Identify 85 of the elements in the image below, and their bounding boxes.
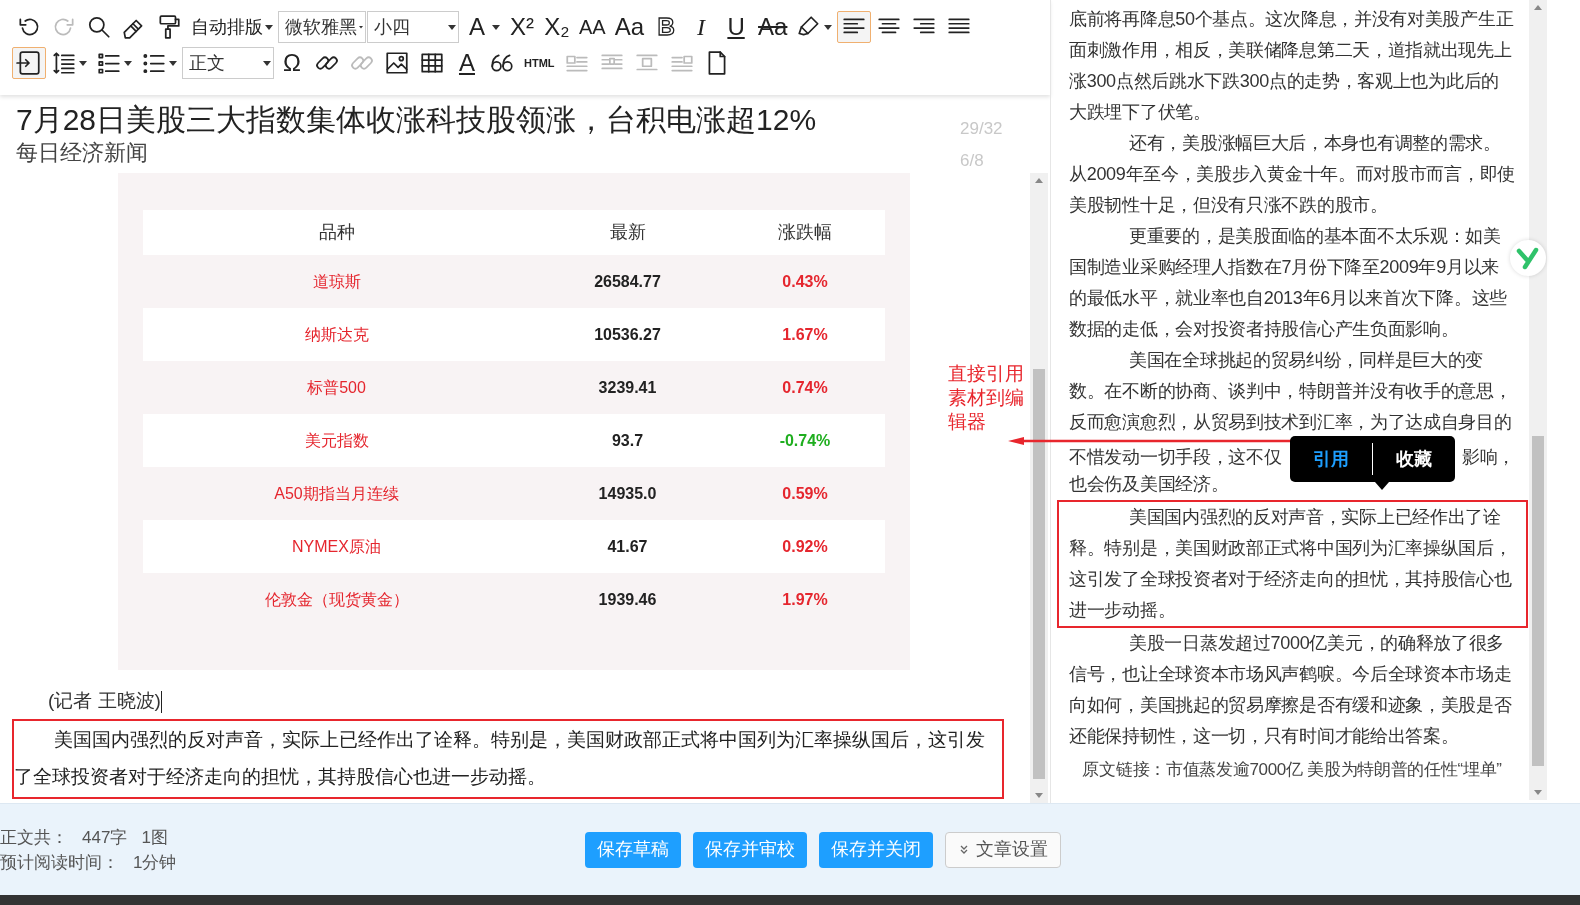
table-cell: 标普500 <box>143 361 530 414</box>
column-header: 最新 <box>530 210 725 255</box>
table-cell: 0.43% <box>725 255 885 308</box>
indent-button[interactable] <box>12 47 46 79</box>
paragraph: 更重要的，是美股面临的基本面不太乐观：如美国制造业采购经理人指数在7月份下降至2009年9月以来的最低水平，就业率也自2013年6月以来首次下降。这些数据的走低，会对投资者持股信心产生负面影响。 <box>1069 225 1508 341</box>
paragraph: 美国在全球挑起的贸易纠纷，同样是巨大的变数。在不断的协商、谈判中，特朗普并没有收手的意思，反而愈演愈烈，从贸易到技术到汇率，为了达成自身目的 <box>1069 349 1513 434</box>
format-button[interactable]: X₂ <box>540 11 574 43</box>
paragraph: 美国国内强烈的反对声音，实际上已经作出了诠释。特别是，美国财政部正式将中国列为汇率操纵国后，这引发了全球投资者对于经济走向的担忧，其持股信心也进一步动摇。 <box>12 719 1004 799</box>
format-button[interactable]: I <box>684 11 719 43</box>
annotation-note: 直接引用素材到编辑器 <box>948 362 1025 434</box>
caret-icon <box>79 59 87 67</box>
table-icon <box>419 50 445 76</box>
paint-roller-icon <box>156 14 182 40</box>
table-cell: 3239.41 <box>530 361 725 414</box>
dropdown-field[interactable]: 小四 <box>367 11 459 43</box>
table-cell: 0.59% <box>725 467 885 520</box>
table-cell: 美元指数 <box>143 414 530 467</box>
table-cell: 0.92% <box>725 520 885 573</box>
stat-label: 预计阅读时间： <box>0 852 119 872</box>
column-header: 品种 <box>143 210 530 255</box>
format-button[interactable]: Aa <box>754 11 792 43</box>
stat-value: 1图 <box>141 827 168 847</box>
table-cell: 纳斯达克 <box>143 308 530 361</box>
format-button[interactable]: HTML <box>520 47 559 79</box>
article-source: 每日经济新闻 <box>16 139 149 167</box>
dropdown-field[interactable]: 正文 <box>182 47 274 79</box>
stat-value: 1分钟 <box>133 852 177 872</box>
bullet-list-icon <box>96 50 122 76</box>
format-button[interactable]: U <box>719 11 754 43</box>
article-title: 7月28日美股三大指数集体收涨科技股领涨，台积电涨超12% <box>16 102 817 138</box>
table-cell: A50期指当月连续 <box>143 467 530 520</box>
paragraph: 美国国内强烈的反对声音，实际上已经作出了诠释。特别是，美国财政部正式将中国列为汇率操纵国后，这引发了全球投资者对于经济走向的担忧，其持股信心也进一步动摇。 <box>1057 500 1528 628</box>
align-left-button[interactable] <box>837 11 872 43</box>
table-cell: 1939.46 <box>530 573 725 626</box>
table-cell: 10536.27 <box>530 308 725 361</box>
paragraph: 底前将再降息50个基点。这次降息，并没有对美股产生正面刺激作用，相反，美联储降息第二天，道指就出现先上涨300点然后跳水下跌300点的走势，客观上也为此后的大跌埋下了伏笔。 <box>1069 8 1515 124</box>
table-cell: 1.97% <box>725 573 885 626</box>
format-button[interactable]: B <box>649 11 684 43</box>
stat-label: 正文共： <box>0 827 68 847</box>
scroll-thumb[interactable] <box>1033 369 1045 779</box>
table-cell: 伦敦金（现货黄金） <box>143 573 530 626</box>
caret-icon <box>448 23 456 31</box>
caret-icon <box>263 59 271 67</box>
text-cursor <box>160 691 162 713</box>
caret-icon <box>265 23 273 31</box>
byline: (记者 王晓波) <box>48 690 161 711</box>
search-icon <box>86 14 112 40</box>
table-cell: 26584.77 <box>530 255 725 308</box>
settings-button[interactable]: 文章设置 <box>945 831 1061 868</box>
scrollbar[interactable] <box>1030 173 1048 803</box>
popup-button[interactable]: 收藏 <box>1373 436 1455 482</box>
format-button[interactable]: Aa <box>610 11 649 43</box>
format-button[interactable]: AA <box>575 11 610 43</box>
source-link[interactable]: 原文链接：市值蒸发逾7000亿 美股为特朗普的任性“埋单” <box>1069 758 1515 781</box>
table-cell: 道琼斯 <box>143 255 530 308</box>
table-cell: 1.67% <box>725 308 885 361</box>
paragraph: 美股一日蒸发超过7000亿美元，的确释放了很多信号，也让全球资本市场风声鹤唳。今后全球资本市场走向如何，美国挑起的贸易摩擦是否有缓和迹象，美股是否还能保持韧性，这一切，只有时间才能给出答案。 <box>1069 632 1513 748</box>
image-icon <box>384 50 410 76</box>
stat-value: 447字 <box>82 827 128 847</box>
layout-menu[interactable]: 自动排版 <box>187 11 277 43</box>
format-button[interactable]: A <box>450 47 484 79</box>
caret-icon <box>824 23 833 31</box>
table-cell: NYMEX原油 <box>143 520 530 573</box>
paragraph: 也会伤及美国经济。 <box>1069 473 1229 496</box>
paragraph: 还有，美股涨幅巨大后，本身也有调整的需求。从2009年至今，美股步入黄金十年。而对股市而言，即使美股韧性十足，但没有只涨不跌的股市。 <box>1069 132 1515 217</box>
caret-icon <box>169 59 177 67</box>
column-header: 涨跌幅 <box>725 210 885 255</box>
scrollbar[interactable] <box>1529 0 1547 800</box>
format-button[interactable]: X² <box>505 11 539 43</box>
caret-icon <box>492 23 500 31</box>
popup-button[interactable]: 引用 <box>1290 436 1372 482</box>
paragraph-line: 影响， <box>1461 446 1515 469</box>
indent-icon <box>16 50 42 76</box>
line-spacing-icon <box>51 50 77 76</box>
dropdown-field[interactable]: 微软雅黑 <box>278 11 366 43</box>
paragraph-line: 不惜发动一切手段，这不仅 <box>1069 446 1282 469</box>
table-cell: 14935.0 <box>530 467 725 520</box>
table-cell: 0.74% <box>725 361 885 414</box>
table-cell: -0.74% <box>725 414 885 467</box>
format-button[interactable]: A <box>460 11 504 43</box>
caret-icon <box>124 59 132 67</box>
scroll-thumb[interactable] <box>1532 436 1544 766</box>
table-cell: 41.67 <box>530 520 725 573</box>
format-button[interactable]: Ω <box>275 47 309 79</box>
table-cell: 93.7 <box>530 414 725 467</box>
